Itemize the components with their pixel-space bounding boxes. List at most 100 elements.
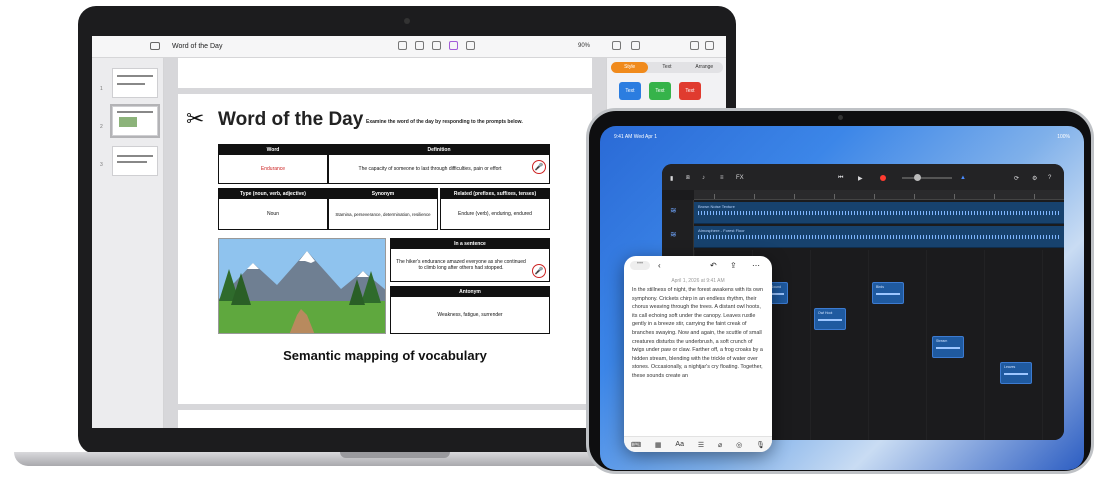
next-slide[interactable] xyxy=(178,410,592,428)
media-icon[interactable] xyxy=(449,41,458,50)
checklist-icon[interactable]: ☰ xyxy=(698,441,704,449)
tab-text[interactable]: Text xyxy=(648,62,685,73)
track-lane[interactable]: Atmosphere - Forest Floor xyxy=(694,226,1064,248)
type-box[interactable]: Type (noun, verb, adjective) Noun xyxy=(218,188,328,230)
type-header: Type (noun, verb, adjective) xyxy=(219,189,327,199)
back-icon[interactable]: ‹ xyxy=(658,261,661,270)
rewind-icon[interactable]: ⏮ xyxy=(838,175,843,182)
notes-bottom-toolbar: ⌨ ▦ Aa ☰ ⌀ ◎ 🎙 xyxy=(624,436,772,452)
view-icon[interactable] xyxy=(612,41,621,50)
audio-region[interactable]: Leaves xyxy=(1000,362,1032,384)
definition-value: The capacity of someone to last through … xyxy=(358,166,502,172)
tuner-icon[interactable]: ▲ xyxy=(960,175,966,181)
audio-region[interactable]: Owl Hoot xyxy=(814,308,846,330)
tab-arrange[interactable]: Arrange xyxy=(686,62,723,73)
document-title: Word of the Day xyxy=(172,43,223,50)
waveform xyxy=(818,319,842,321)
thumb-line xyxy=(117,155,153,157)
text-icon[interactable] xyxy=(432,41,441,50)
settings-icon[interactable]: ⚙ xyxy=(1032,175,1037,182)
antonym-box[interactable]: Antonym Weakness, fatigue, surrender xyxy=(390,286,550,334)
sentence-header: In a sentence xyxy=(391,239,549,249)
product-composite: Word of the Day 90% 1 2 3 ✂ Word of the … xyxy=(0,0,1104,478)
slide-thumbnail-selected[interactable] xyxy=(110,104,160,138)
text-swatch-red[interactable]: Text xyxy=(679,82,701,100)
dictation-icon[interactable]: 🎙 xyxy=(756,441,765,449)
sentence-box[interactable]: In a sentence The hiker's endurance amaz… xyxy=(390,238,550,282)
word-value: Endurance xyxy=(260,166,286,172)
thumb-number: 1 xyxy=(100,86,103,92)
browser-icon[interactable]: ▮ xyxy=(670,175,673,182)
microphone-icon[interactable]: 🎤 xyxy=(532,264,546,278)
garageband-toolbar: ▮ ⧈ ♪ ≡ FX ⏮ ▶ ▲ ⟳ ⚙ ? xyxy=(662,164,1064,190)
word-header: Word xyxy=(219,145,327,155)
scissors-icon: ✂ xyxy=(186,106,205,131)
sidebar-toggle-icon[interactable] xyxy=(150,42,160,50)
loop-icon[interactable]: ⟳ xyxy=(1014,175,1019,182)
audio-region[interactable]: Birds xyxy=(872,282,904,304)
synonym-box[interactable]: Synonym Stamina, perseverance, determina… xyxy=(328,188,438,230)
waveform-icon[interactable]: ≋ xyxy=(670,230,686,240)
undo-icon[interactable]: ↶ xyxy=(710,261,717,270)
markup-icon[interactable]: ◎ xyxy=(736,441,742,449)
text-swatch-green[interactable]: Text xyxy=(649,82,671,100)
microphone-icon[interactable]: 🎤 xyxy=(532,160,546,174)
synonym-header: Synonym xyxy=(329,189,437,199)
current-slide[interactable]: ✂ Word of the Day Examine the word of th… xyxy=(178,94,592,404)
mountain-landscape-image[interactable] xyxy=(218,238,386,334)
audio-region[interactable]: Stream xyxy=(932,336,964,358)
format-text-icon[interactable]: Aa xyxy=(675,441,684,448)
region-label: Birds xyxy=(876,285,884,289)
ipad-screen: 9:41 AM Wed Apr 1 100% ▮ ⧈ ♪ ≡ FX ⏮ ▶ ▲ … xyxy=(600,126,1084,470)
word-box[interactable]: Word Endurance xyxy=(218,144,328,184)
slide-thumbnail[interactable] xyxy=(112,68,158,98)
mixer-icon[interactable]: ≡ xyxy=(720,175,724,181)
window-controls-icon[interactable]: ••• xyxy=(630,261,650,270)
previous-slide[interactable] xyxy=(178,58,592,88)
related-box[interactable]: Related (prefixes, suffixes, tenses) End… xyxy=(440,188,550,230)
attachment-icon[interactable]: ⌀ xyxy=(718,441,722,449)
share-icon[interactable]: ⇪ xyxy=(730,261,737,270)
format-icon[interactable] xyxy=(690,41,699,50)
chart-icon[interactable] xyxy=(415,41,424,50)
share-icon[interactable] xyxy=(631,41,640,50)
sentence-value: The hiker's endurance amazed everyone as… xyxy=(396,259,526,271)
slide-title: Word of the Day xyxy=(218,109,364,130)
keyboard-icon[interactable]: ⌨ xyxy=(631,441,641,449)
record-icon[interactable] xyxy=(880,175,886,181)
related-value: Endure (verb), enduring, endured xyxy=(458,211,532,217)
zoom-control[interactable]: 90% xyxy=(578,43,590,49)
definition-box[interactable]: Definition The capacity of someone to la… xyxy=(328,144,550,184)
volume-slider[interactable] xyxy=(902,177,952,179)
notes-toolbar: ••• ‹ ↶ ⇪ ⋯ xyxy=(624,256,772,276)
volume-knob[interactable] xyxy=(914,174,921,181)
track-lane[interactable]: Brown Noise Texture xyxy=(694,202,1064,224)
play-icon[interactable]: ▶ xyxy=(858,175,863,182)
waveform xyxy=(876,293,900,295)
more-icon[interactable]: ⋯ xyxy=(752,261,760,270)
shape-icon[interactable] xyxy=(466,41,475,50)
timeline-ruler[interactable] xyxy=(694,190,1064,200)
table-icon[interactable] xyxy=(398,41,407,50)
thumb-number: 3 xyxy=(100,162,103,168)
tab-style[interactable]: Style xyxy=(611,62,649,73)
text-swatch-blue[interactable]: Text xyxy=(619,82,641,100)
fx-button[interactable]: FX xyxy=(736,175,744,181)
help-icon[interactable]: ? xyxy=(1048,175,1051,181)
slide-navigator: 1 2 3 xyxy=(92,58,164,428)
thumb-line xyxy=(117,75,153,77)
track-view-icon[interactable]: ⧈ xyxy=(686,175,690,182)
waveform-icon[interactable]: ≋ xyxy=(670,206,686,216)
mic-icon[interactable]: ♪ xyxy=(702,175,705,181)
type-value: Noun xyxy=(267,211,279,217)
note-body[interactable]: In the stillness of night, the forest aw… xyxy=(632,286,766,381)
definition-header: Definition xyxy=(329,145,549,155)
document-icon[interactable] xyxy=(705,41,714,50)
thumb-image xyxy=(119,117,137,127)
synonym-value: Stamina, perseverance, determination, re… xyxy=(335,211,431,217)
thumb-number: 2 xyxy=(100,124,103,130)
region-label: Leaves xyxy=(1004,365,1016,369)
table-icon[interactable]: ▦ xyxy=(655,441,662,449)
slide-thumbnail[interactable] xyxy=(112,146,158,176)
waveform xyxy=(1004,373,1028,375)
